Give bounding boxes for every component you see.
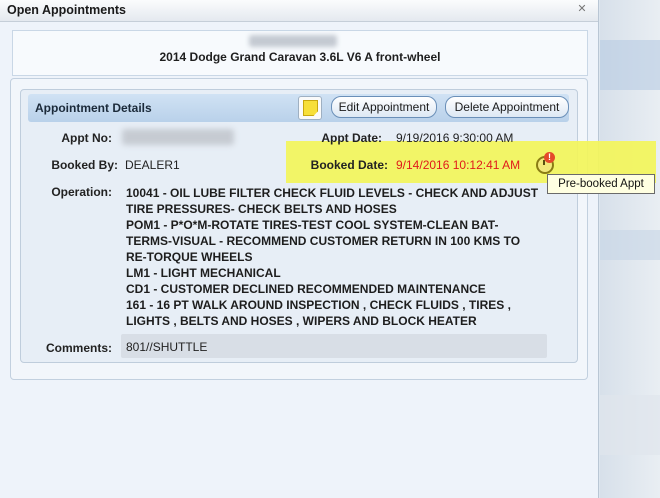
- booked-by-value: DEALER1: [125, 158, 180, 172]
- delete-appointment-button[interactable]: Delete Appointment: [445, 96, 569, 118]
- background-panel-b: [600, 230, 660, 260]
- booked-date-label: Booked Date:: [310, 158, 388, 172]
- appt-date-label: Appt Date:: [321, 131, 382, 145]
- operation-line: TERMS-VISUAL - RECOMMEND CUSTOMER RETURN…: [126, 234, 521, 248]
- operation-line: CD1 - CUSTOMER DECLINED RECOMMENDED MAIN…: [126, 282, 486, 296]
- vehicle-description: 2014 Dodge Grand Caravan 3.6L V6 A front…: [159, 50, 441, 64]
- booked-date-value: 9/14/2016 10:12:41 AM: [396, 158, 521, 172]
- operation-line: POM1 - P*O*M-ROTATE TIRES-TEST COOL SYST…: [126, 218, 499, 232]
- operation-line: LIGHTS , BELTS AND HOSES , WIPERS AND BL…: [126, 314, 477, 328]
- edit-appointment-button[interactable]: Edit Appointment: [331, 96, 437, 118]
- operation-line: TIRE PRESSURES- CHECK BELTS AND HOSES: [126, 202, 397, 216]
- vehicle-header: 2014 Dodge Grand Caravan 3.6L V6 A front…: [12, 30, 588, 76]
- redacted-customer-name: [249, 35, 337, 47]
- background-panel-c: [600, 395, 660, 455]
- operation-list: 10041 - OIL LUBE FILTER CHECK FLUID LEVE…: [126, 185, 566, 329]
- operation-line: 10041 - OIL LUBE FILTER CHECK FLUID LEVE…: [126, 186, 539, 200]
- dialog-titlebar[interactable]: Open Appointments ✕: [0, 0, 598, 22]
- alert-icon: !: [544, 152, 555, 163]
- comments-field: 801//SHUTTLE: [121, 334, 547, 358]
- comments-label: Comments:: [45, 341, 112, 355]
- background-panel-a: [600, 40, 660, 90]
- appt-date-value: 9/19/2016 9:30:00 AM: [396, 131, 514, 145]
- operation-line: 161 - 16 PT WALK AROUND INSPECTION , CHE…: [126, 298, 511, 312]
- sticky-note-icon: [303, 100, 318, 116]
- appointment-details-title: Appointment Details: [35, 101, 152, 115]
- redacted-appt-no: [122, 129, 234, 145]
- comments-value: 801//SHUTTLE: [126, 340, 208, 354]
- operation-label: Operation:: [51, 185, 112, 199]
- operation-line: LM1 - LIGHT MECHANICAL: [126, 266, 281, 280]
- dialog-title: Open Appointments: [7, 3, 126, 17]
- operation-line: RE-TORQUE WHEELS: [126, 250, 253, 264]
- notes-button[interactable]: [298, 96, 322, 120]
- booked-by-label: Booked By:: [51, 158, 118, 172]
- appt-no-label: Appt No:: [61, 131, 112, 145]
- close-icon[interactable]: ✕: [576, 3, 588, 15]
